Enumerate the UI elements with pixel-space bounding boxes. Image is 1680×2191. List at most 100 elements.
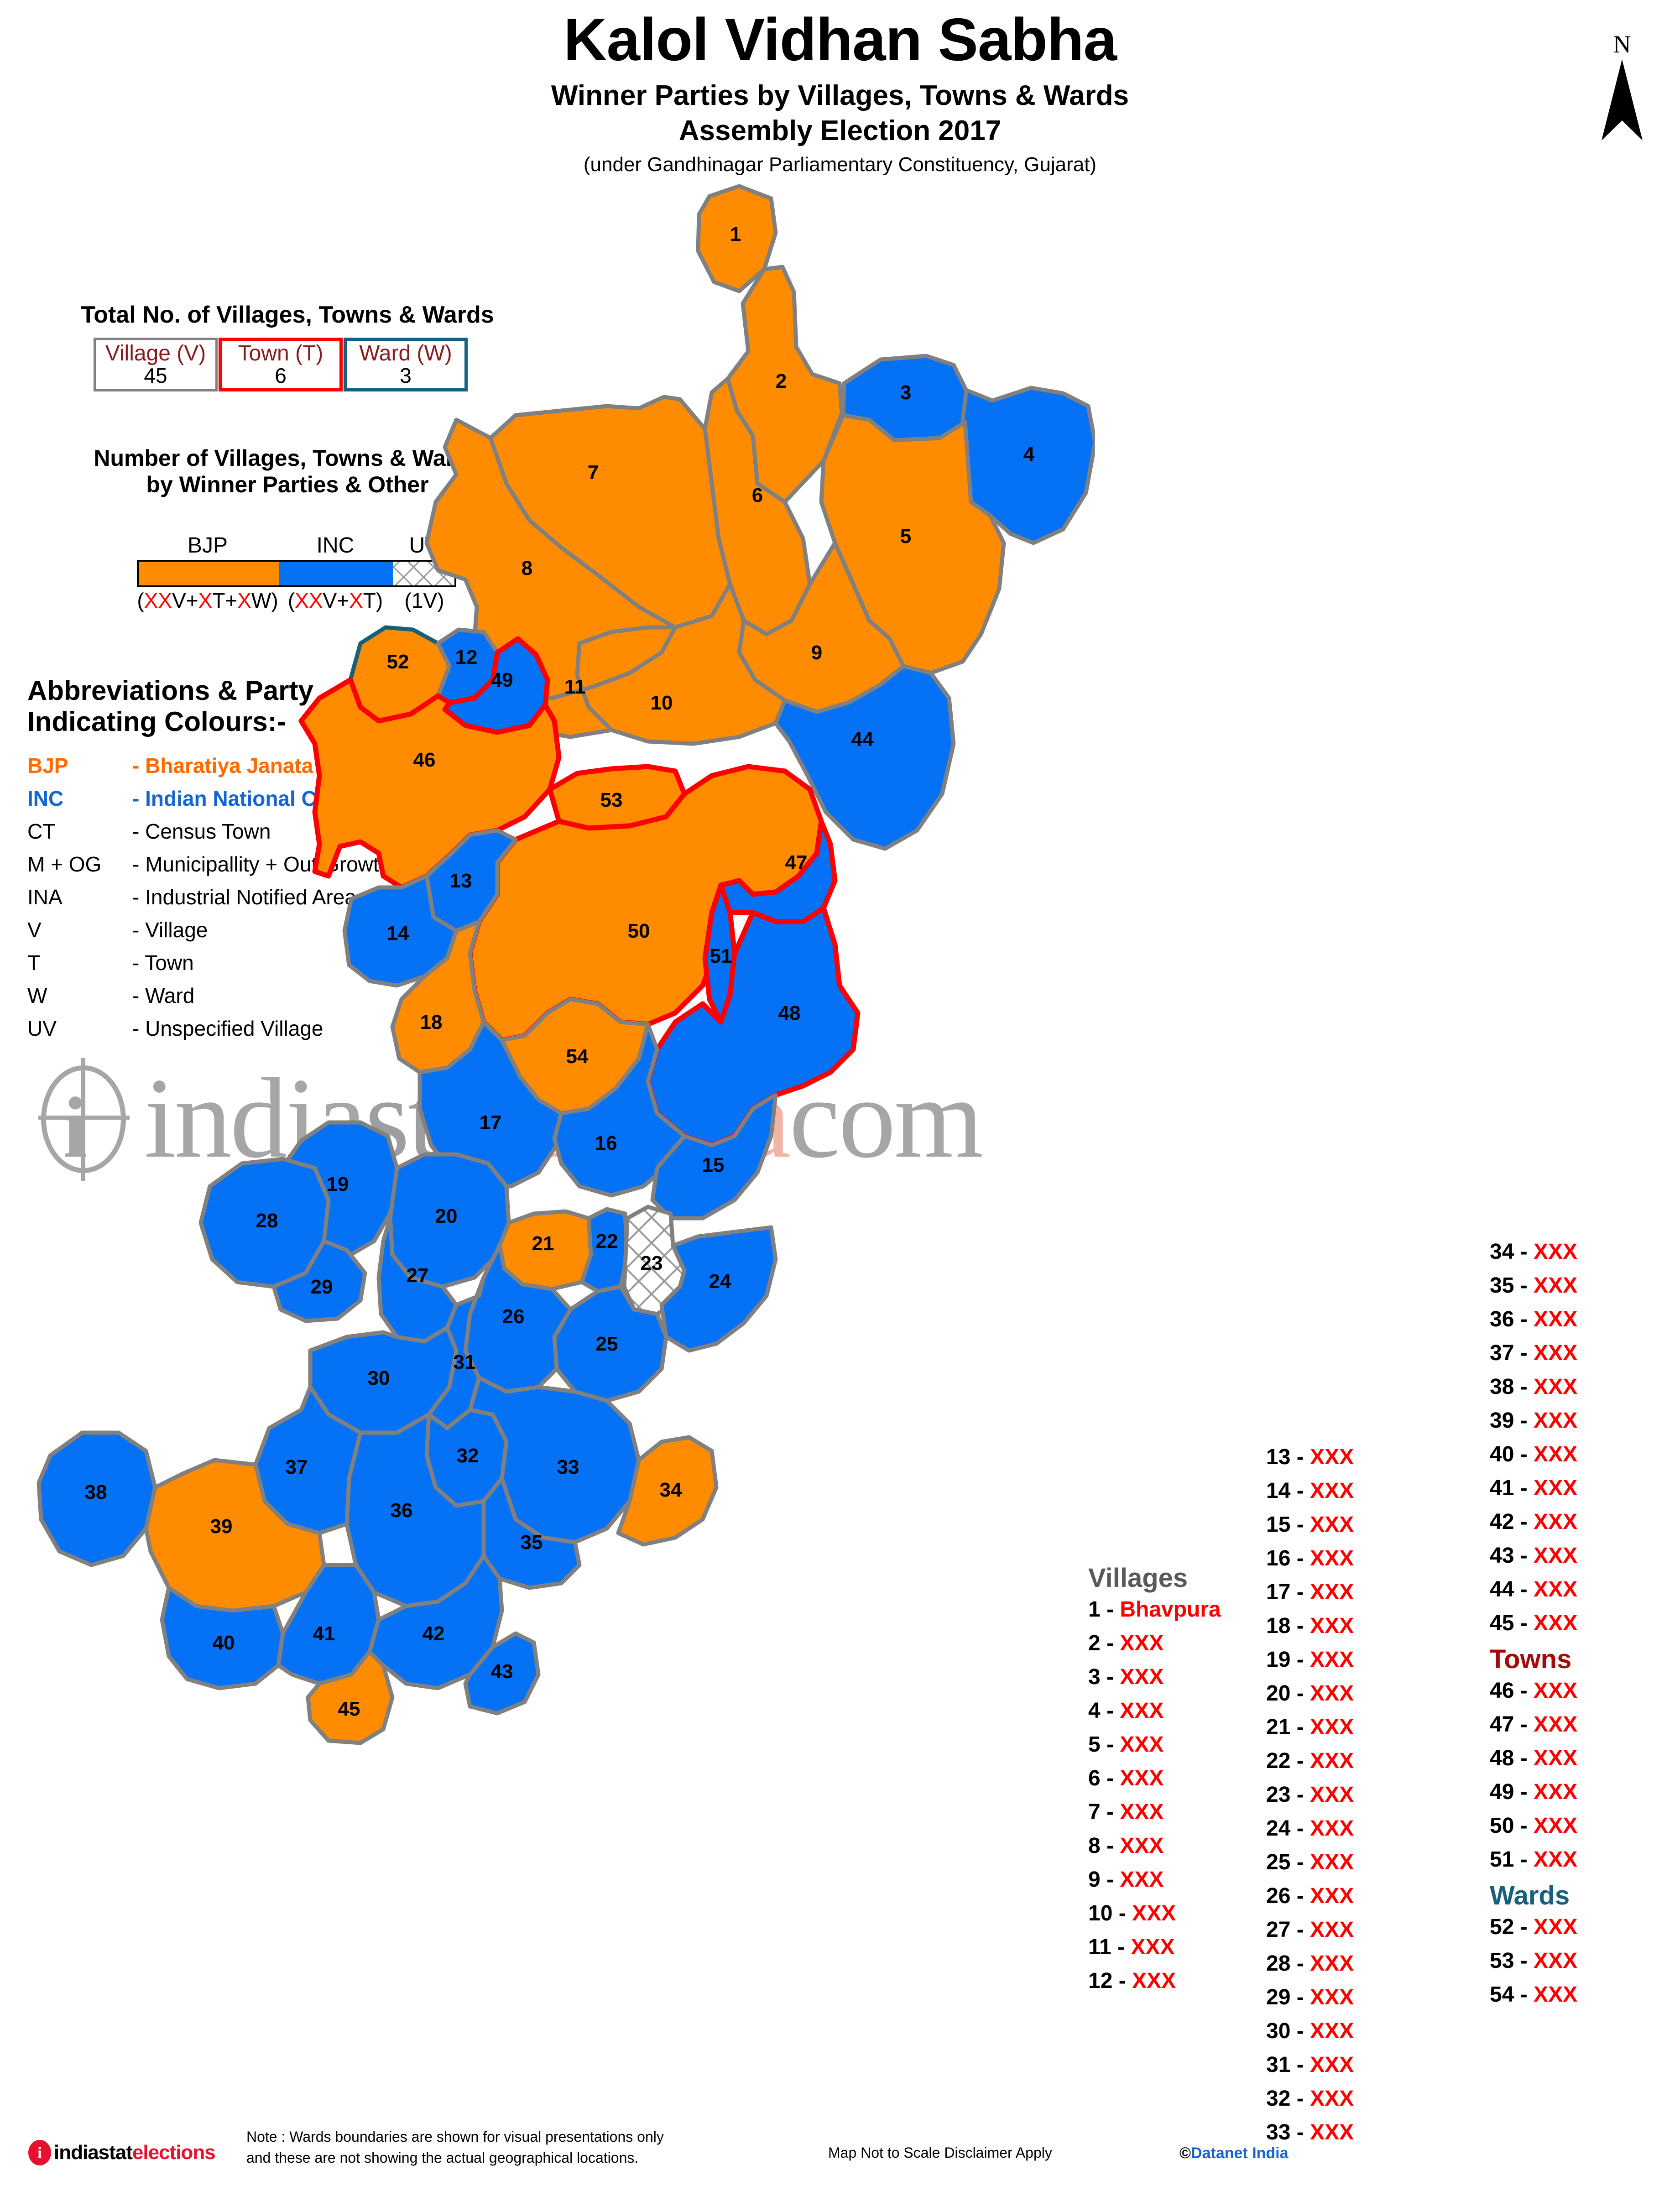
town-list-item: 49 - XXX — [1490, 1781, 1577, 1803]
list-row-name: XXX — [1534, 1307, 1578, 1331]
list-row-name: XXX — [1534, 1341, 1578, 1365]
list-row-number: 33 - — [1266, 2120, 1310, 2144]
list-row-number: 4 - — [1088, 1699, 1120, 1723]
list-row-name: XXX — [1534, 1847, 1578, 1872]
village-list-item: 5 - XXX — [1088, 1734, 1221, 1756]
list-row-number: 49 - — [1490, 1780, 1534, 1804]
list-row-number: 44 - — [1490, 1577, 1534, 1602]
map-label-3: 3 — [900, 381, 911, 404]
village-list-item: 22 - XXX — [1266, 1750, 1354, 1772]
list-row-name: XXX — [1310, 2087, 1354, 2111]
map-label-46: 46 — [413, 749, 436, 771]
list-row-name: XXX — [1534, 1982, 1578, 2007]
list-row-name: XXX — [1534, 1442, 1578, 1466]
list-row-name: XXX — [1534, 1611, 1578, 1635]
map-label-20: 20 — [435, 1205, 458, 1227]
indiastat-elections-logo[interactable]: i indiastatelections — [28, 2140, 216, 2165]
footer-note-line1: Note : Wards boundaries are shown for vi… — [246, 2128, 664, 2145]
map-label-16: 16 — [595, 1132, 617, 1154]
map-subtitle-primary: Winner Parties by Villages, Towns & Ward… — [551, 79, 1129, 111]
village-list-item: 8 - XXX — [1088, 1835, 1221, 1857]
map-label-23: 23 — [641, 1252, 663, 1274]
map-label-38: 38 — [85, 1481, 107, 1503]
constituency-map[interactable]: 1 2 3 4 5 6 7 8 9 10 11 12 13 14 15 16 1… — [0, 183, 1095, 2099]
map-label-49: 49 — [491, 669, 513, 691]
town-list-item: 50 - XXX — [1490, 1815, 1577, 1837]
village-list-item: 35 - XXX — [1490, 1275, 1577, 1297]
map-label-42: 42 — [423, 1622, 445, 1645]
villages-list-column-2: 13 - XXX 14 - XXX 15 - XXX 16 - XXX 17 - XXX… — [1266, 1446, 1354, 2155]
village-list-item: 18 - XXX — [1266, 1615, 1354, 1637]
map-label-10: 10 — [651, 692, 673, 714]
village-list-item: 26 - XXX — [1266, 1885, 1354, 1907]
list-row-name: XXX — [1310, 2053, 1354, 2077]
list-row-number: 12 - — [1088, 1969, 1132, 1993]
map-label-9: 9 — [811, 642, 822, 664]
list-row-number: 43 - — [1490, 1544, 1534, 1568]
village-list-item: 17 - XXX — [1266, 1581, 1354, 1603]
map-label-39: 39 — [210, 1515, 233, 1538]
list-row-number: 14 - — [1266, 1479, 1310, 1503]
village-list-item: 36 - XXX — [1490, 1309, 1577, 1330]
list-row-number: 20 - — [1266, 1681, 1310, 1706]
list-row-name: XXX — [1310, 1985, 1354, 2009]
map-label-26: 26 — [502, 1305, 525, 1328]
list-row-name: XXX — [1534, 1375, 1578, 1399]
list-row-number: 6 - — [1088, 1766, 1120, 1790]
list-row-name: XXX — [1534, 1273, 1578, 1298]
town-list-item: 51 - XXX — [1490, 1849, 1577, 1871]
list-row-number: 39 - — [1490, 1408, 1534, 1433]
map-label-52: 52 — [387, 651, 409, 673]
ward-list-item: 52 - XXX — [1490, 1916, 1577, 1938]
list-row-number: 10 - — [1088, 1901, 1132, 1925]
map-label-44: 44 — [851, 728, 874, 751]
list-row-name: XXX — [1310, 2120, 1354, 2144]
village-list-item: 42 - XXX — [1490, 1511, 1577, 1533]
list-row-number: 17 - — [1266, 1580, 1310, 1604]
village-list-item: 31 - XXX — [1266, 2054, 1354, 2076]
village-list-item: 40 - XXX — [1490, 1444, 1577, 1466]
logo-i-icon: i — [28, 2140, 51, 2165]
map-label-12: 12 — [455, 646, 478, 668]
list-row-number: 19 - — [1266, 1648, 1310, 1672]
list-row-number: 51 - — [1490, 1847, 1534, 1872]
list-row-name: XXX — [1534, 1510, 1578, 1534]
list-row-number: 54 - — [1490, 1982, 1534, 2007]
list-row-name: XXX — [1310, 1479, 1354, 1503]
village-list-item: 39 - XXX — [1490, 1410, 1577, 1432]
map-label-8: 8 — [522, 557, 532, 579]
map-label-36: 36 — [391, 1499, 413, 1522]
list-row-name: XXX — [1310, 1816, 1354, 1841]
map-label-5: 5 — [900, 525, 911, 548]
list-row-name: XXX — [1534, 1780, 1578, 1804]
village-list-item: 24 - XXX — [1266, 1818, 1354, 1840]
village-list-item: 25 - XXX — [1266, 1852, 1354, 1873]
list-row-name: XXX — [1310, 1614, 1354, 1638]
village-list-item: 9 - XXX — [1088, 1869, 1221, 1891]
list-row-number: 41 - — [1490, 1476, 1534, 1500]
map-label-1: 1 — [730, 223, 741, 245]
map-label-31: 31 — [454, 1351, 476, 1373]
map-label-41: 41 — [313, 1622, 335, 1645]
village-list-item: 37 - XXX — [1490, 1342, 1577, 1364]
list-row-name: XXX — [1310, 1749, 1354, 1773]
village-list-item: 11 - XXX — [1088, 1936, 1221, 1958]
list-row-number: 24 - — [1266, 1816, 1310, 1841]
map-label-29: 29 — [311, 1276, 333, 1298]
village-list-item: 45 - XXX — [1490, 1612, 1577, 1634]
list-row-number: 25 - — [1266, 1850, 1310, 1874]
list-row-number: 34 - — [1490, 1240, 1534, 1264]
list-row-name: XXX — [1310, 2019, 1354, 2043]
village-list-item: 20 - XXX — [1266, 1683, 1354, 1705]
map-label-30: 30 — [368, 1367, 390, 1389]
map-label-40: 40 — [213, 1632, 235, 1654]
logo-text-elections: elections — [132, 2141, 216, 2164]
list-row-name: XXX — [1120, 1868, 1164, 1892]
list-row-number: 52 - — [1490, 1915, 1534, 1939]
village-list-item: 1 - Bhavpura — [1088, 1599, 1221, 1621]
map-label-15: 15 — [702, 1154, 725, 1176]
list-row-number: 16 - — [1266, 1546, 1310, 1570]
map-label-37: 37 — [286, 1456, 308, 1478]
village-list-item: 43 - XXX — [1490, 1545, 1577, 1567]
logo-text: indiastatelections — [54, 2141, 216, 2164]
